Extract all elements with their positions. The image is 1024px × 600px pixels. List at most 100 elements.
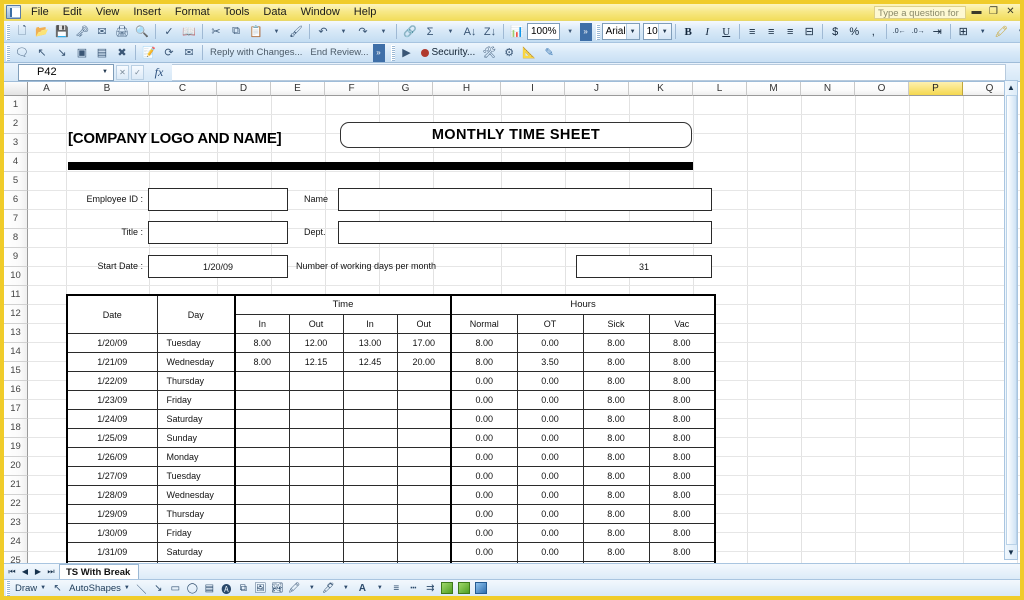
- cell-sick[interactable]: 8.00: [582, 409, 650, 429]
- align-right-icon[interactable]: ≡: [781, 22, 800, 41]
- macro-run-icon[interactable]: ▶: [397, 43, 417, 62]
- title-field[interactable]: [148, 221, 288, 244]
- cell-vac[interactable]: 8.00: [648, 523, 717, 543]
- cell-day[interactable]: Monday: [156, 447, 236, 467]
- cell-day[interactable]: Saturday: [156, 542, 236, 562]
- security-button[interactable]: Security...: [417, 47, 480, 58]
- cell-day[interactable]: Thursday: [156, 371, 236, 391]
- autosum-icon[interactable]: Σ: [420, 22, 440, 41]
- save-icon[interactable]: 💾: [52, 22, 72, 41]
- cell-in1[interactable]: [234, 390, 290, 410]
- next-sheet-icon[interactable]: ▶: [32, 565, 44, 578]
- minimize-icon[interactable]: ▬: [970, 6, 983, 19]
- print-icon[interactable]: 🖨: [112, 22, 132, 41]
- enter-formula-icon[interactable]: ✓: [131, 64, 144, 80]
- row-header-4[interactable]: 4: [4, 153, 28, 172]
- borders-dropdown-icon[interactable]: ▼: [973, 22, 992, 41]
- font-color-icon[interactable]: A: [354, 581, 371, 596]
- line-color-icon[interactable]: 🖊: [320, 581, 337, 596]
- chart-wizard-icon[interactable]: 📊: [507, 22, 527, 41]
- reply-with-changes-button[interactable]: Reply with Changes...: [206, 46, 306, 59]
- cell-sick[interactable]: 8.00: [582, 428, 650, 448]
- cell-vac[interactable]: 8.00: [648, 409, 717, 429]
- menu-item-edit[interactable]: Edit: [56, 5, 89, 19]
- align-center-icon[interactable]: ≡: [762, 22, 781, 41]
- cell-date[interactable]: 1/31/09: [66, 542, 158, 562]
- wordart-icon[interactable]: 🅐: [218, 581, 235, 596]
- column-header-m[interactable]: M: [747, 82, 801, 96]
- cell-sick[interactable]: 8.00: [582, 352, 650, 372]
- cell-day[interactable]: Sunday: [156, 428, 236, 448]
- insert-function-icon[interactable]: fx: [146, 65, 172, 80]
- cell-date[interactable]: 1/21/09: [66, 352, 158, 372]
- borders-icon[interactable]: ⊞: [954, 22, 973, 41]
- cell-in2[interactable]: [342, 447, 398, 467]
- restore-icon[interactable]: ❐: [987, 6, 1000, 19]
- cell-in2[interactable]: [342, 485, 398, 505]
- row-header-13[interactable]: 13: [4, 324, 28, 343]
- cell-out1[interactable]: [288, 447, 344, 467]
- column-header-l[interactable]: L: [693, 82, 747, 96]
- cell-sick[interactable]: 8.00: [582, 523, 650, 543]
- scroll-up-icon[interactable]: ▲: [1005, 81, 1017, 94]
- cell-ot[interactable]: 0.00: [516, 447, 584, 467]
- design-mode-icon[interactable]: ✎: [539, 43, 559, 62]
- cell-normal[interactable]: 0.00: [450, 504, 518, 524]
- cell-ot[interactable]: 0.00: [516, 485, 584, 505]
- menu-item-insert[interactable]: Insert: [126, 5, 168, 19]
- column-header-k[interactable]: K: [629, 82, 693, 96]
- fill-color-icon[interactable]: 🖍: [286, 581, 303, 596]
- cell-in1[interactable]: [234, 371, 290, 391]
- menu-item-file[interactable]: File: [24, 5, 56, 19]
- cell-out2[interactable]: [396, 485, 452, 505]
- cell-ot[interactable]: 0.00: [516, 466, 584, 486]
- column-header-h[interactable]: H: [433, 82, 501, 96]
- cell-ot[interactable]: 0.00: [516, 390, 584, 410]
- column-header-j[interactable]: J: [565, 82, 629, 96]
- row-header-20[interactable]: 20: [4, 457, 28, 476]
- cell-in2[interactable]: [342, 542, 398, 562]
- cell-out2[interactable]: [396, 504, 452, 524]
- cell-day[interactable]: Saturday: [156, 409, 236, 429]
- cell-in1[interactable]: [234, 485, 290, 505]
- picture-icon[interactable]: 🏞: [269, 581, 286, 596]
- column-header-g[interactable]: G: [379, 82, 433, 96]
- fill-color-dropdown-icon[interactable]: ▼: [303, 581, 320, 596]
- cell-out2[interactable]: [396, 371, 452, 391]
- cell-normal[interactable]: 8.00: [450, 352, 518, 372]
- menu-item-help[interactable]: Help: [347, 5, 384, 19]
- zoom-dropdown-icon[interactable]: ▼: [560, 22, 580, 41]
- cell-sick[interactable]: 8.00: [582, 504, 650, 524]
- cell-normal[interactable]: 0.00: [450, 542, 518, 562]
- menu-item-data[interactable]: Data: [256, 5, 293, 19]
- cell-vac[interactable]: 8.00: [648, 390, 717, 410]
- cell-out1[interactable]: 12.00: [288, 333, 344, 353]
- cell-in2[interactable]: [342, 371, 398, 391]
- row-header-21[interactable]: 21: [4, 476, 28, 495]
- row-header-9[interactable]: 9: [4, 248, 28, 267]
- font-color-dropdown-icon[interactable]: ▼: [371, 581, 388, 596]
- ask-a-question-box[interactable]: Type a question for help: [874, 6, 966, 32]
- row-header-19[interactable]: 19: [4, 438, 28, 457]
- cell-out2[interactable]: [396, 466, 452, 486]
- clip-art-icon[interactable]: 🖼: [252, 581, 269, 596]
- select-objects-icon[interactable]: ↖: [49, 581, 66, 596]
- cell-normal[interactable]: 8.00: [450, 333, 518, 353]
- row-header-24[interactable]: 24: [4, 533, 28, 552]
- name-box[interactable]: P42 ▼: [18, 63, 114, 81]
- toolbar-grip[interactable]: [6, 23, 10, 40]
- show-all-comments-icon[interactable]: ▤: [92, 43, 112, 62]
- italic-button[interactable]: I: [698, 22, 717, 41]
- row-header-16[interactable]: 16: [4, 381, 28, 400]
- cell-in1[interactable]: [234, 428, 290, 448]
- cell-date[interactable]: 1/27/09: [66, 466, 158, 486]
- cell-ot[interactable]: 0.00: [516, 409, 584, 429]
- cell-vac[interactable]: 8.00: [648, 371, 717, 391]
- cell-out1[interactable]: [288, 466, 344, 486]
- cell-in1[interactable]: [234, 542, 290, 562]
- copy-icon[interactable]: ⧉: [226, 22, 246, 41]
- row-header-5[interactable]: 5: [4, 172, 28, 191]
- reviewing-overflow-icon[interactable]: »: [372, 43, 385, 62]
- cancel-formula-icon[interactable]: ✕: [116, 64, 129, 80]
- cell-normal[interactable]: 0.00: [450, 447, 518, 467]
